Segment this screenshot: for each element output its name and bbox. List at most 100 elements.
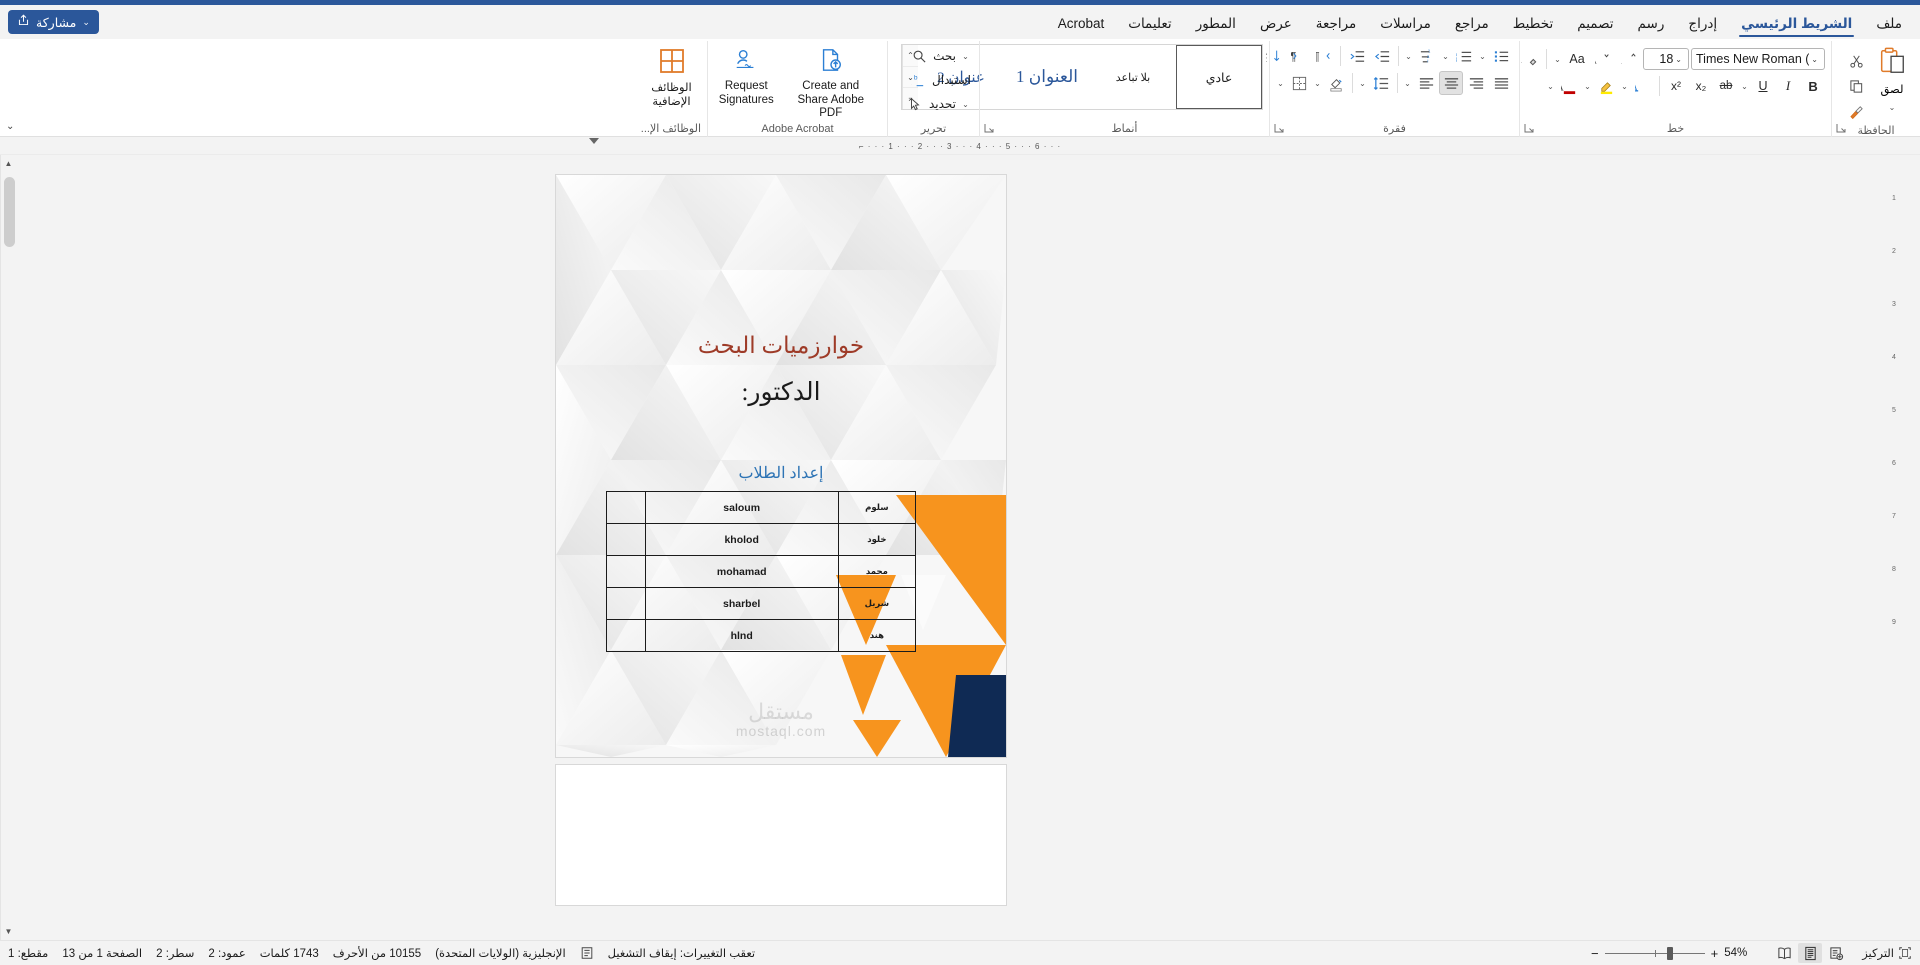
borders-button[interactable] xyxy=(1287,71,1311,95)
styles-dialog-launcher[interactable] xyxy=(984,123,996,135)
bullets-button[interactable] xyxy=(1489,44,1513,68)
document-page-1[interactable]: خوارزميات البحث الدكتور: إعداد الطلاب سل… xyxy=(556,175,1006,757)
vertical-scrollbar-left[interactable]: ▲ ▼ xyxy=(0,155,17,940)
align-chevron-down-icon[interactable]: ⌄ xyxy=(1402,72,1413,94)
tab-review[interactable]: مراجعة xyxy=(1304,9,1369,39)
table-row[interactable]: شربل sharbel xyxy=(606,587,917,620)
underline-chevron-down-icon[interactable]: ⌄ xyxy=(1739,75,1750,97)
zoom-percent[interactable]: 54% xyxy=(1724,947,1758,959)
select-chevron-down-icon[interactable]: ⌄ xyxy=(960,93,971,115)
tab-acrobat[interactable]: Acrobat xyxy=(1046,9,1117,39)
status-char-count[interactable]: 10155 من الأحرف xyxy=(333,946,421,960)
horizontal-ruler[interactable]: ⌐ · · · 1 · · · 2 · · · 3 · · · 4 · · · … xyxy=(0,137,1920,155)
indent-marker[interactable] xyxy=(589,138,599,144)
status-section[interactable]: مقطع: 1 xyxy=(8,946,48,960)
grow-font-button[interactable]: A xyxy=(1617,47,1641,71)
font-color-button[interactable]: A xyxy=(1557,74,1581,98)
font-name-box[interactable]: Times New Roman ( ⌄ xyxy=(1691,48,1825,70)
tab-home[interactable]: الشريط الرئيسي xyxy=(1729,9,1864,39)
subscript-button[interactable]: x₂ xyxy=(1689,74,1713,98)
decrease-indent-button[interactable] xyxy=(1370,44,1394,68)
status-accessibility[interactable] xyxy=(580,946,594,960)
scroll-up-arrow[interactable]: ▲ xyxy=(0,155,17,172)
borders-chevron-down-icon[interactable]: ⌄ xyxy=(1275,72,1286,94)
tab-references[interactable]: مراجع xyxy=(1443,9,1501,39)
multilevel-chevron-down-icon[interactable]: ⌄ xyxy=(1403,45,1414,67)
multilevel-list-button[interactable]: 1 a i xyxy=(1415,44,1439,68)
strikethrough-button[interactable]: ab xyxy=(1714,74,1738,98)
shading-button[interactable] xyxy=(1324,71,1348,95)
scroll-down-arrow[interactable]: ▼ xyxy=(0,923,17,940)
align-right-button[interactable] xyxy=(1464,71,1488,95)
font-size-box[interactable]: 18 ⌄ xyxy=(1643,48,1689,70)
underline-button[interactable]: U xyxy=(1751,74,1775,98)
find-button[interactable]: بحث ⌄ xyxy=(907,44,973,68)
print-layout-button[interactable] xyxy=(1798,943,1823,963)
status-word-count[interactable]: 1743 كلمات xyxy=(260,946,319,960)
find-chevron-down-icon[interactable]: ⌄ xyxy=(960,45,971,67)
web-layout-button[interactable] xyxy=(1772,943,1796,963)
highlight-button[interactable] xyxy=(1594,74,1618,98)
addins-button[interactable]: الوظائف الإضافية xyxy=(644,44,700,109)
style-item-no-spacing[interactable]: بلا تباعد xyxy=(1090,45,1176,109)
tab-help[interactable]: تعليمات xyxy=(1116,9,1183,39)
font-dialog-launcher[interactable] xyxy=(1524,123,1536,135)
vertical-scrollbar-right[interactable] xyxy=(1903,155,1920,940)
zoom-out-button[interactable]: − xyxy=(1591,946,1599,961)
table-row[interactable]: سلوم saloum xyxy=(606,491,917,524)
paragraph-dialog-launcher[interactable] xyxy=(1274,123,1286,135)
tab-design[interactable]: تصميم xyxy=(1565,9,1625,39)
tab-file[interactable]: ملف xyxy=(1864,9,1914,39)
document-page-2[interactable] xyxy=(556,765,1006,905)
table-row[interactable]: هند hlnd xyxy=(606,619,917,652)
read-mode-button[interactable] xyxy=(1824,943,1848,963)
shrink-font-button[interactable]: A xyxy=(1591,47,1615,71)
italic-button[interactable]: I xyxy=(1776,74,1800,98)
justify-button[interactable] xyxy=(1489,71,1513,95)
status-page[interactable]: الصفحة 1 من 13 xyxy=(62,946,142,960)
cut-button[interactable] xyxy=(1844,49,1868,73)
tab-draw[interactable]: رسم xyxy=(1626,9,1677,39)
bold-button[interactable]: B xyxy=(1801,74,1825,98)
status-track-changes[interactable]: تعقب التغييرات: إيقاف التشغيل xyxy=(608,946,755,960)
numbering-chevron-down-icon[interactable]: ⌄ xyxy=(1440,45,1451,67)
scroll-thumb-left[interactable] xyxy=(4,177,15,247)
clipboard-dialog-launcher[interactable] xyxy=(1836,123,1848,135)
text-effects-chevron-down-icon[interactable]: ⌄ xyxy=(1619,75,1630,97)
focus-button[interactable]: التركيز xyxy=(1862,946,1912,960)
request-signatures-button[interactable]: Request Signatures xyxy=(714,44,779,107)
shading-chevron-down-icon[interactable]: ⌄ xyxy=(1312,72,1323,94)
clear-formatting-button[interactable]: A xyxy=(1517,47,1541,71)
replace-button[interactable]: a b استبدال xyxy=(906,68,973,92)
font-name-chevron-down-icon[interactable]: ⌄ xyxy=(1809,55,1820,64)
create-share-pdf-button[interactable]: Create and Share Adobe PDF xyxy=(781,44,882,121)
style-item-normal[interactable]: عادي xyxy=(1176,45,1262,109)
superscript-button[interactable]: x² xyxy=(1664,74,1688,98)
font-size-chevron-down-icon[interactable]: ⌄ xyxy=(1673,55,1684,64)
style-item-heading-1[interactable]: العنوان 1 xyxy=(1004,45,1090,109)
paste-caret-icon[interactable]: ⌄ xyxy=(1887,96,1898,118)
tab-view[interactable]: عرض xyxy=(1248,9,1304,39)
line-spacing-button[interactable] xyxy=(1369,71,1393,95)
align-center-button[interactable] xyxy=(1439,71,1463,95)
format-painter-button[interactable] xyxy=(1844,99,1868,123)
change-case-button[interactable]: Aa xyxy=(1565,47,1589,71)
ribbon-collapse-button[interactable]: ⌄ xyxy=(6,121,14,132)
status-line[interactable]: سطر: 2 xyxy=(156,946,194,960)
increase-indent-button[interactable] xyxy=(1345,44,1369,68)
bullets-chevron-down-icon[interactable]: ⌄ xyxy=(1477,45,1488,67)
change-case-chevron-down-icon[interactable]: ⌄ xyxy=(1552,48,1563,70)
zoom-in-button[interactable]: + xyxy=(1711,946,1719,961)
table-row[interactable]: محمد mohamad xyxy=(606,555,917,588)
align-left-button[interactable] xyxy=(1414,71,1438,95)
font-color-chevron-down-icon[interactable]: ⌄ xyxy=(1545,75,1556,97)
students-table[interactable]: سلوم saloum خلود kholod محمد mohamad شرب… xyxy=(606,491,917,652)
table-row[interactable]: خلود kholod xyxy=(606,523,917,556)
numbering-button[interactable]: 1 2 3 xyxy=(1452,44,1476,68)
tab-mailings[interactable]: مراسلات xyxy=(1368,9,1443,39)
line-spacing-chevron-down-icon[interactable]: ⌄ xyxy=(1357,72,1368,94)
zoom-slider[interactable] xyxy=(1604,946,1705,960)
zoom-slider-thumb[interactable] xyxy=(1666,946,1673,960)
tab-layout[interactable]: تخطيط xyxy=(1501,9,1565,39)
tab-developer[interactable]: المطور xyxy=(1184,9,1248,39)
